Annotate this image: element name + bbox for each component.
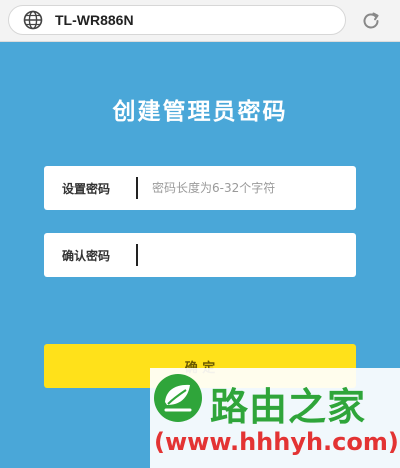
- browser-toolbar: TL-WR886N: [0, 0, 400, 42]
- confirm-password-input[interactable]: [138, 233, 356, 277]
- watermark-name: 路由之家: [210, 385, 367, 429]
- globe-icon: [23, 10, 43, 30]
- watermark-url: (www.hhhyh.com): [154, 428, 399, 456]
- confirm-password-field: 确认密码: [44, 233, 356, 277]
- reload-icon[interactable]: [360, 10, 382, 32]
- address-text: TL-WR886N: [55, 12, 134, 28]
- set-password-input[interactable]: [138, 166, 356, 210]
- confirm-password-label: 确认密码: [62, 248, 111, 263]
- set-password-label: 设置密码: [62, 181, 111, 196]
- page-title: 创建管理员密码: [112, 98, 288, 125]
- set-password-field: 设置密码: [44, 166, 356, 210]
- leaf-logo-icon: [154, 374, 202, 422]
- address-bar[interactable]: TL-WR886N: [8, 5, 346, 35]
- watermark: 路由之家 (www.hhhyh.com): [150, 368, 400, 468]
